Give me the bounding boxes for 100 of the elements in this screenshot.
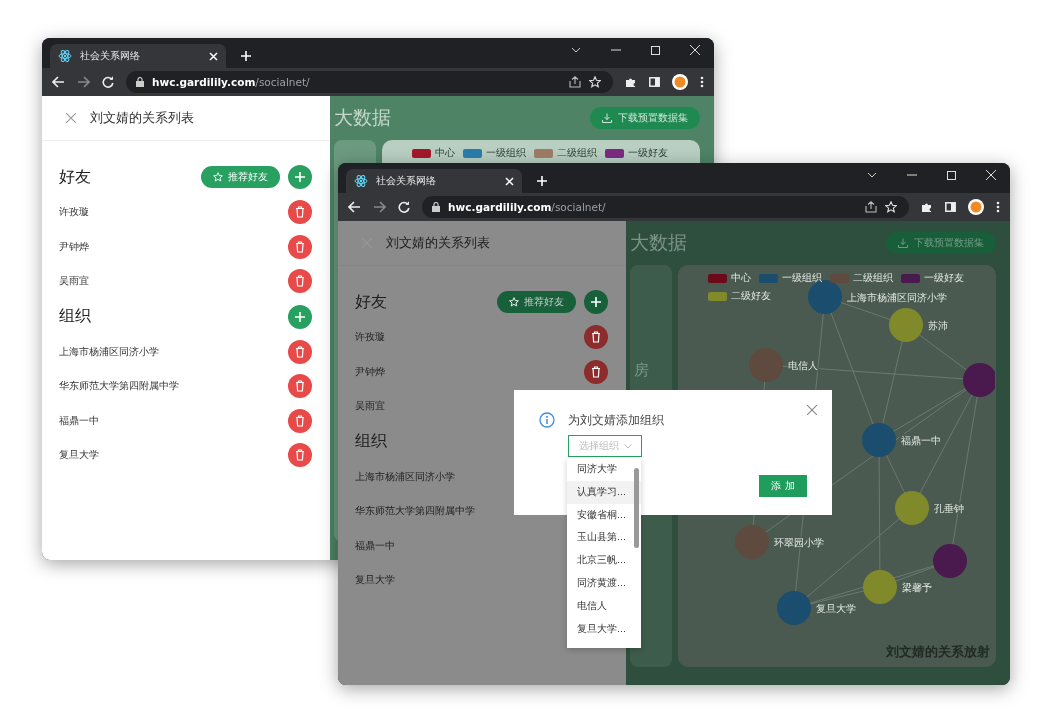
list-item: 尹钟烨 (59, 239, 89, 254)
add-button[interactable] (584, 290, 608, 314)
scrollbar[interactable] (634, 468, 639, 548)
delete-button[interactable] (584, 325, 608, 350)
browser-tab[interactable]: 社会关系网络 (346, 169, 522, 193)
delete-button[interactable] (288, 408, 312, 433)
section-heading: 组织 (59, 306, 91, 327)
share-icon[interactable] (865, 201, 877, 213)
graph-node[interactable] (749, 348, 783, 382)
chevron-down-icon[interactable] (867, 172, 877, 178)
list-item: 华东师范大学第四附属中学 (355, 504, 475, 519)
graph-node[interactable] (963, 363, 995, 397)
lock-icon (136, 77, 144, 87)
legend-label: 二级好友 (731, 289, 771, 303)
dropdown-option[interactable]: 同济大学 (567, 458, 641, 481)
chevron-down-icon[interactable] (571, 47, 581, 53)
url-text: hwc.gardilily.com/socialnet/ (152, 76, 310, 88)
atom-icon (58, 49, 72, 63)
avatar-icon[interactable] (672, 74, 688, 90)
dropdown-option[interactable]: 北京三帆... (567, 549, 641, 572)
dropdown-option[interactable]: 认真学习... (567, 480, 641, 504)
page-heading: 大数据 (334, 105, 391, 130)
legend-label: 二级组织 (557, 146, 597, 160)
graph-node[interactable] (933, 544, 967, 578)
delete-button[interactable] (288, 374, 312, 399)
node-label: 上海市杨浦区同济小学 (847, 292, 947, 303)
list-item: 尹钟烨 (355, 364, 385, 379)
address-bar[interactable]: hwc.gardilily.com/socialnet/ (126, 71, 613, 93)
dropdown-option[interactable]: 电信人 (567, 594, 641, 618)
avatar-icon[interactable] (968, 199, 984, 215)
node-label: 复旦大学 (816, 603, 856, 614)
list-item: 华东师范大学第四附属中学 (59, 379, 179, 394)
node-label: 环翠园小学 (774, 537, 824, 548)
browser-tab[interactable]: 社会关系网络 (50, 44, 226, 68)
section-heading: 组织 (355, 431, 387, 452)
delete-button[interactable] (288, 339, 312, 364)
download-icon (898, 238, 908, 248)
star-icon[interactable] (589, 76, 601, 88)
tab-title: 社会关系网络 (376, 174, 437, 188)
list-item: 上海市杨浦区同济小学 (59, 344, 159, 359)
forward-arrow-icon[interactable] (77, 76, 90, 88)
download-icon (602, 113, 612, 123)
section-heading: 好友 (355, 291, 387, 313)
maximize-icon[interactable] (651, 45, 660, 55)
legend-label: 一级组织 (782, 271, 822, 285)
node-label: 孔垂钟 (934, 503, 964, 514)
graph-node[interactable] (889, 308, 923, 342)
reload-icon[interactable] (398, 201, 410, 213)
graph-node[interactable] (863, 570, 897, 604)
back-arrow-icon[interactable] (348, 201, 361, 213)
legend-label: 一级好友 (628, 146, 668, 160)
page-heading: 大数据 (630, 230, 687, 255)
legend-label: 中心 (435, 146, 455, 160)
dropdown-option[interactable]: 玉山县第... (567, 526, 641, 550)
graph-node[interactable] (777, 591, 811, 625)
dropdown-option[interactable]: 安徽省桐... (567, 503, 641, 527)
dropdown-option[interactable]: 同济黄渡... (567, 572, 641, 595)
reload-icon[interactable] (102, 76, 114, 88)
chevron-down-icon (623, 443, 632, 449)
star-icon (213, 172, 223, 182)
list-item: 福鼎一中 (59, 413, 99, 428)
forward-arrow-icon[interactable] (373, 201, 386, 213)
share-icon[interactable] (569, 76, 581, 88)
dialog-title: 为刘文婧添加组织 (568, 413, 664, 428)
list-item: 复旦大学 (59, 448, 99, 463)
legend-label: 二级组织 (853, 271, 893, 285)
panel-title: 刘文婧的关系列表 (386, 234, 490, 252)
star-icon (509, 297, 519, 307)
address-bar[interactable]: hwc.gardilily.com/socialnet/ (422, 196, 909, 218)
plus-icon[interactable] (240, 50, 252, 62)
menu-icon[interactable] (700, 76, 704, 88)
menu-icon[interactable] (996, 201, 1000, 213)
delete-button[interactable] (288, 269, 312, 294)
recommend-button[interactable]: 推荐好友 (497, 291, 576, 313)
star-icon[interactable] (885, 201, 897, 213)
delete-button[interactable] (288, 443, 312, 468)
list-item: 复旦大学 (355, 573, 395, 588)
delete-button[interactable] (288, 234, 312, 259)
puzzle-icon[interactable] (625, 76, 637, 88)
card-text: 房 (634, 361, 649, 380)
puzzle-icon[interactable] (921, 201, 933, 213)
side-panel-icon[interactable] (945, 202, 956, 212)
dropdown-option[interactable]: 复旦大学... (567, 617, 641, 641)
graph-node[interactable] (895, 491, 929, 525)
delete-button[interactable] (584, 359, 608, 384)
side-panel-icon[interactable] (649, 77, 660, 87)
add-button[interactable] (288, 304, 312, 329)
legend-label: 中心 (731, 271, 751, 285)
graph-node[interactable] (862, 423, 896, 457)
delete-button[interactable] (288, 200, 312, 225)
download-button[interactable]: 下载预置数据集 (590, 107, 700, 129)
graph-node[interactable] (735, 525, 769, 559)
add-button[interactable] (288, 165, 312, 189)
maximize-icon[interactable] (947, 170, 956, 180)
back-arrow-icon[interactable] (52, 76, 65, 88)
legend-label: 一级组织 (486, 146, 526, 160)
panel-title: 刘文婧的关系列表 (90, 109, 194, 127)
plus-icon[interactable] (536, 175, 548, 187)
lock-icon (432, 202, 440, 212)
list-item: 许孜璇 (59, 205, 89, 220)
